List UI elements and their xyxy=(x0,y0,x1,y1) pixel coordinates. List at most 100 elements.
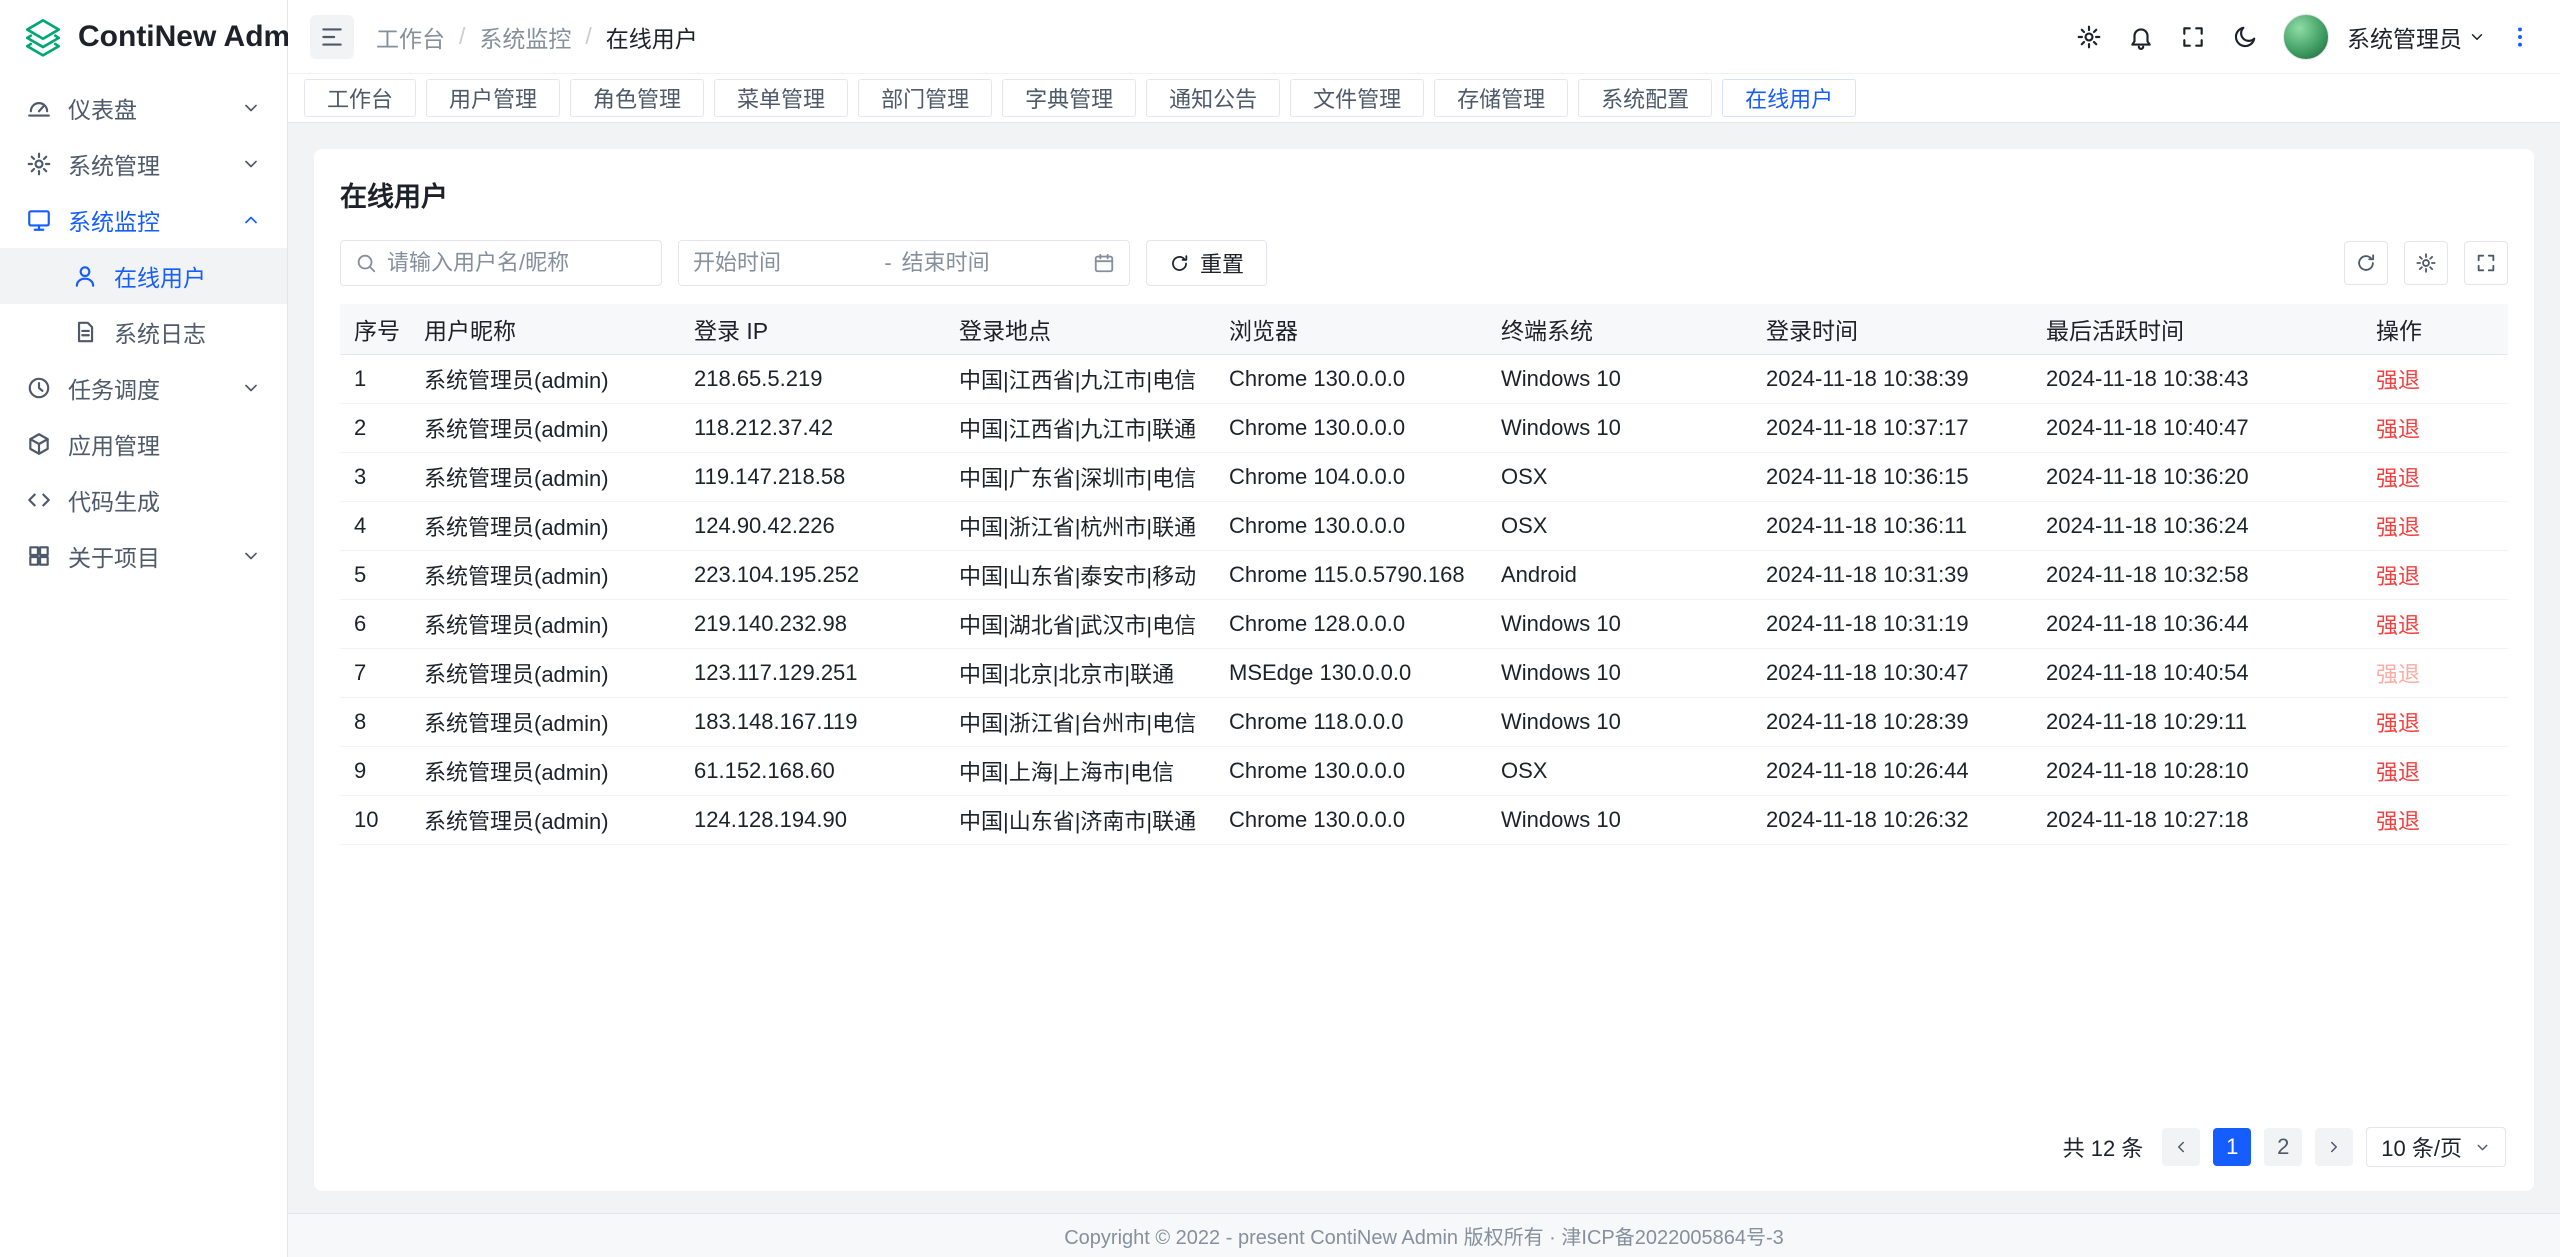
prev-page-button[interactable] xyxy=(2162,1128,2200,1166)
more-actions-button[interactable] xyxy=(2502,15,2538,59)
sidebar-item-system-logs[interactable]: 系统日志 xyxy=(0,304,287,360)
notifications-button[interactable] xyxy=(2119,15,2163,59)
table-fullscreen-button[interactable] xyxy=(2464,241,2508,285)
cell-login-time: 2024-11-18 10:37:17 xyxy=(1752,403,2032,452)
tab-item[interactable]: 菜单管理 xyxy=(714,79,848,117)
page-button-2[interactable]: 2 xyxy=(2264,1128,2302,1166)
force-logout-link[interactable]: 强退 xyxy=(2376,809,2420,834)
history-icon xyxy=(72,319,98,345)
tab-item[interactable]: 文件管理 xyxy=(1290,79,1424,117)
menu-fold-icon xyxy=(319,24,345,50)
cell-ip: 218.65.5.219 xyxy=(680,354,945,403)
settings-icon xyxy=(26,151,52,177)
cell-browser: Chrome 115.0.5790.168 xyxy=(1215,550,1487,599)
date-end-input[interactable] xyxy=(902,250,1083,276)
dark-mode-button[interactable] xyxy=(2223,15,2267,59)
cell-nickname: 系统管理员(admin) xyxy=(410,403,680,452)
sidebar-item-dashboard[interactable]: 仪表盘 xyxy=(0,80,287,136)
sidebar-item-system-management[interactable]: 系统管理 xyxy=(0,136,287,192)
page-button-1[interactable]: 1 xyxy=(2213,1128,2251,1166)
cell-action: 强退 xyxy=(2362,354,2508,403)
breadcrumb-item[interactable]: 在线用户 xyxy=(606,20,698,54)
table-settings-button[interactable] xyxy=(2404,241,2448,285)
table-row: 3系统管理员(admin)119.147.218.58中国|广东省|深圳市|电信… xyxy=(340,452,2508,501)
more-vertical-icon xyxy=(2507,24,2533,50)
cell-location: 中国|浙江省|杭州市|联通 xyxy=(945,501,1215,550)
force-logout-link[interactable]: 强退 xyxy=(2376,417,2420,442)
logo[interactable]: ContiNew Admin xyxy=(0,0,287,74)
cell-last-active: 2024-11-18 10:27:18 xyxy=(2032,795,2362,844)
sidebar-item-label: 任务调度 xyxy=(68,371,160,405)
settings-button[interactable] xyxy=(2067,15,2111,59)
tab-item[interactable]: 系统配置 xyxy=(1578,79,1712,117)
logo-icon xyxy=(22,16,64,58)
reset-button[interactable]: 重置 xyxy=(1146,240,1267,286)
column-header: 最后活跃时间 xyxy=(2032,304,2362,354)
cell-ip: 124.90.42.226 xyxy=(680,501,945,550)
force-logout-link[interactable]: 强退 xyxy=(2376,515,2420,540)
cell-os: OSX xyxy=(1487,501,1752,550)
user-menu[interactable]: 系统管理员 xyxy=(2347,20,2486,54)
page-size-select[interactable]: 10 条/页 xyxy=(2366,1127,2506,1167)
chevron-down-icon xyxy=(241,378,261,398)
cell-nickname: 系统管理员(admin) xyxy=(410,599,680,648)
force-logout-link[interactable]: 强退 xyxy=(2376,760,2420,785)
column-header: 浏览器 xyxy=(1215,304,1487,354)
fullscreen-icon xyxy=(2475,252,2497,274)
column-header: 序号 xyxy=(340,304,410,354)
force-logout-link[interactable]: 强退 xyxy=(2376,711,2420,736)
cell-browser: Chrome 130.0.0.0 xyxy=(1215,501,1487,550)
tab-item[interactable]: 角色管理 xyxy=(570,79,704,117)
cell-login-time: 2024-11-18 10:26:44 xyxy=(1752,746,2032,795)
sidebar-item-system-monitor[interactable]: 系统监控 xyxy=(0,192,287,248)
search-input[interactable] xyxy=(387,250,647,276)
online-users-table: 序号用户昵称登录 IP登录地点浏览器终端系统登录时间最后活跃时间操作 1系统管理… xyxy=(340,304,2508,845)
search-icon xyxy=(355,252,377,274)
column-header: 登录地点 xyxy=(945,304,1215,354)
cell-os: Windows 10 xyxy=(1487,354,1752,403)
tab-item[interactable]: 部门管理 xyxy=(858,79,992,117)
breadcrumb-item[interactable]: 工作台 xyxy=(376,20,445,54)
tab-item[interactable]: 用户管理 xyxy=(426,79,560,117)
refresh-icon xyxy=(1169,253,1190,274)
sidebar-item-online-users[interactable]: 在线用户 xyxy=(0,248,287,304)
sidebar-item-code-generation[interactable]: 代码生成 xyxy=(0,472,287,528)
next-page-button[interactable] xyxy=(2315,1128,2353,1166)
force-logout-link[interactable]: 强退 xyxy=(2376,466,2420,491)
sidebar-item-app-management[interactable]: 应用管理 xyxy=(0,416,287,472)
cell-last-active: 2024-11-18 10:28:10 xyxy=(2032,746,2362,795)
breadcrumb-item[interactable]: 系统监控 xyxy=(479,20,571,54)
cell-browser: MSEdge 130.0.0.0 xyxy=(1215,648,1487,697)
gear-icon xyxy=(2415,252,2437,274)
table-refresh-button[interactable] xyxy=(2344,241,2388,285)
sidebar-collapse-button[interactable] xyxy=(310,15,354,59)
chevron-down-icon xyxy=(241,98,261,118)
column-header: 登录时间 xyxy=(1752,304,2032,354)
force-logout-link[interactable]: 强退 xyxy=(2376,368,2420,393)
date-range-picker[interactable]: - xyxy=(678,240,1130,286)
sidebar-item-task-schedule[interactable]: 任务调度 xyxy=(0,360,287,416)
cell-last-active: 2024-11-18 10:38:43 xyxy=(2032,354,2362,403)
app-root: ContiNew Admin 仪表盘系统管理系统监控在线用户系统日志任务调度应用… xyxy=(0,0,2560,1257)
search-box xyxy=(340,240,662,286)
date-range-separator: - xyxy=(884,250,891,276)
tab-item[interactable]: 字典管理 xyxy=(1002,79,1136,117)
table-row: 9系统管理员(admin)61.152.168.60中国|上海|上海市|电信Ch… xyxy=(340,746,2508,795)
tab-item[interactable]: 通知公告 xyxy=(1146,79,1280,117)
force-logout-link[interactable]: 强退 xyxy=(2376,564,2420,589)
tab-item[interactable]: 存储管理 xyxy=(1434,79,1568,117)
user-avatar[interactable] xyxy=(2283,14,2329,60)
sidebar-item-label: 在线用户 xyxy=(114,259,206,293)
fullscreen-button[interactable] xyxy=(2171,15,2215,59)
cell-last-active: 2024-11-18 10:40:54 xyxy=(2032,648,2362,697)
cell-action: 强退 xyxy=(2362,452,2508,501)
sidebar-menu: 仪表盘系统管理系统监控在线用户系统日志任务调度应用管理代码生成关于项目 xyxy=(0,74,287,1257)
topbar: 工作台/系统监控/在线用户 xyxy=(288,0,2560,74)
dashboard-icon xyxy=(26,95,52,121)
force-logout-link[interactable]: 强退 xyxy=(2376,613,2420,638)
tab-item[interactable]: 在线用户 xyxy=(1722,79,1856,117)
sidebar-item-about-project[interactable]: 关于项目 xyxy=(0,528,287,584)
cell-login-time: 2024-11-18 10:30:47 xyxy=(1752,648,2032,697)
date-start-input[interactable] xyxy=(693,250,874,276)
tab-item[interactable]: 工作台 xyxy=(304,79,416,117)
